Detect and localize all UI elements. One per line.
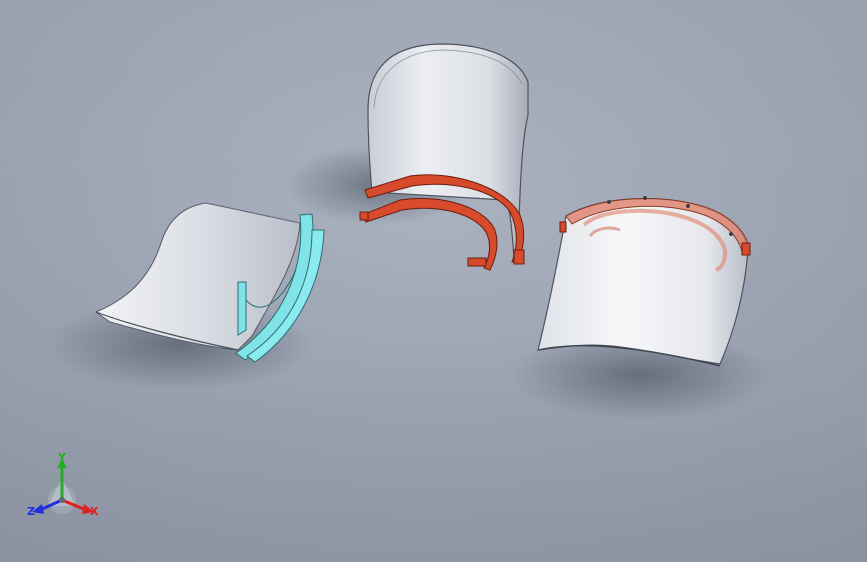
graphics-viewport[interactable]: Y X Z [0,0,867,562]
triad-axes [32,458,94,514]
triad-y-label: Y [57,451,67,464]
reference-triad: Y X Z [27,451,99,518]
triad-x-label: X [90,505,99,518]
triad-z-label: Z [27,505,35,518]
